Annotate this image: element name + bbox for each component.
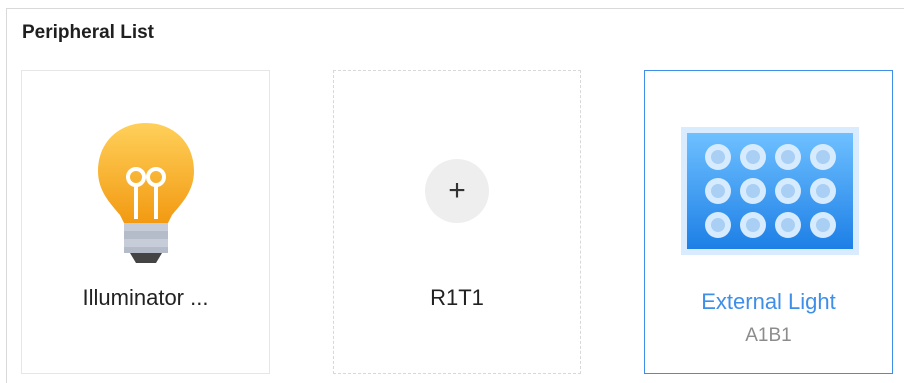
peripheral-card-r1t1[interactable]: + R1T1	[333, 70, 581, 374]
panel-title: Peripheral List	[22, 22, 154, 43]
led-dot-core	[781, 150, 795, 164]
peripheral-card-illuminator[interactable]: Illuminator ...	[21, 70, 270, 374]
led-dot-core	[746, 150, 760, 164]
card-label: External Light	[701, 289, 836, 314]
led-dot-core	[781, 218, 795, 232]
led-dot-core	[781, 184, 795, 198]
led-dot-core	[711, 184, 725, 198]
led-dot-core	[816, 150, 830, 164]
card-label: Illuminator ...	[82, 285, 209, 310]
light-bulb-icon	[98, 123, 194, 263]
plus-icon: +	[448, 174, 466, 207]
led-dot-core	[711, 150, 725, 164]
led-dot-core	[746, 184, 760, 198]
card-sublabel: A1B1	[745, 325, 792, 346]
led-dot-core	[816, 218, 830, 232]
led-dot-core	[746, 218, 760, 232]
led-panel-icon	[681, 127, 859, 255]
add-peripheral-button[interactable]: +	[425, 159, 489, 223]
led-dot-core	[711, 218, 725, 232]
peripheral-card-external-light[interactable]: External Light A1B1	[644, 70, 893, 374]
led-dot-core	[816, 184, 830, 198]
card-label: R1T1	[430, 285, 484, 310]
